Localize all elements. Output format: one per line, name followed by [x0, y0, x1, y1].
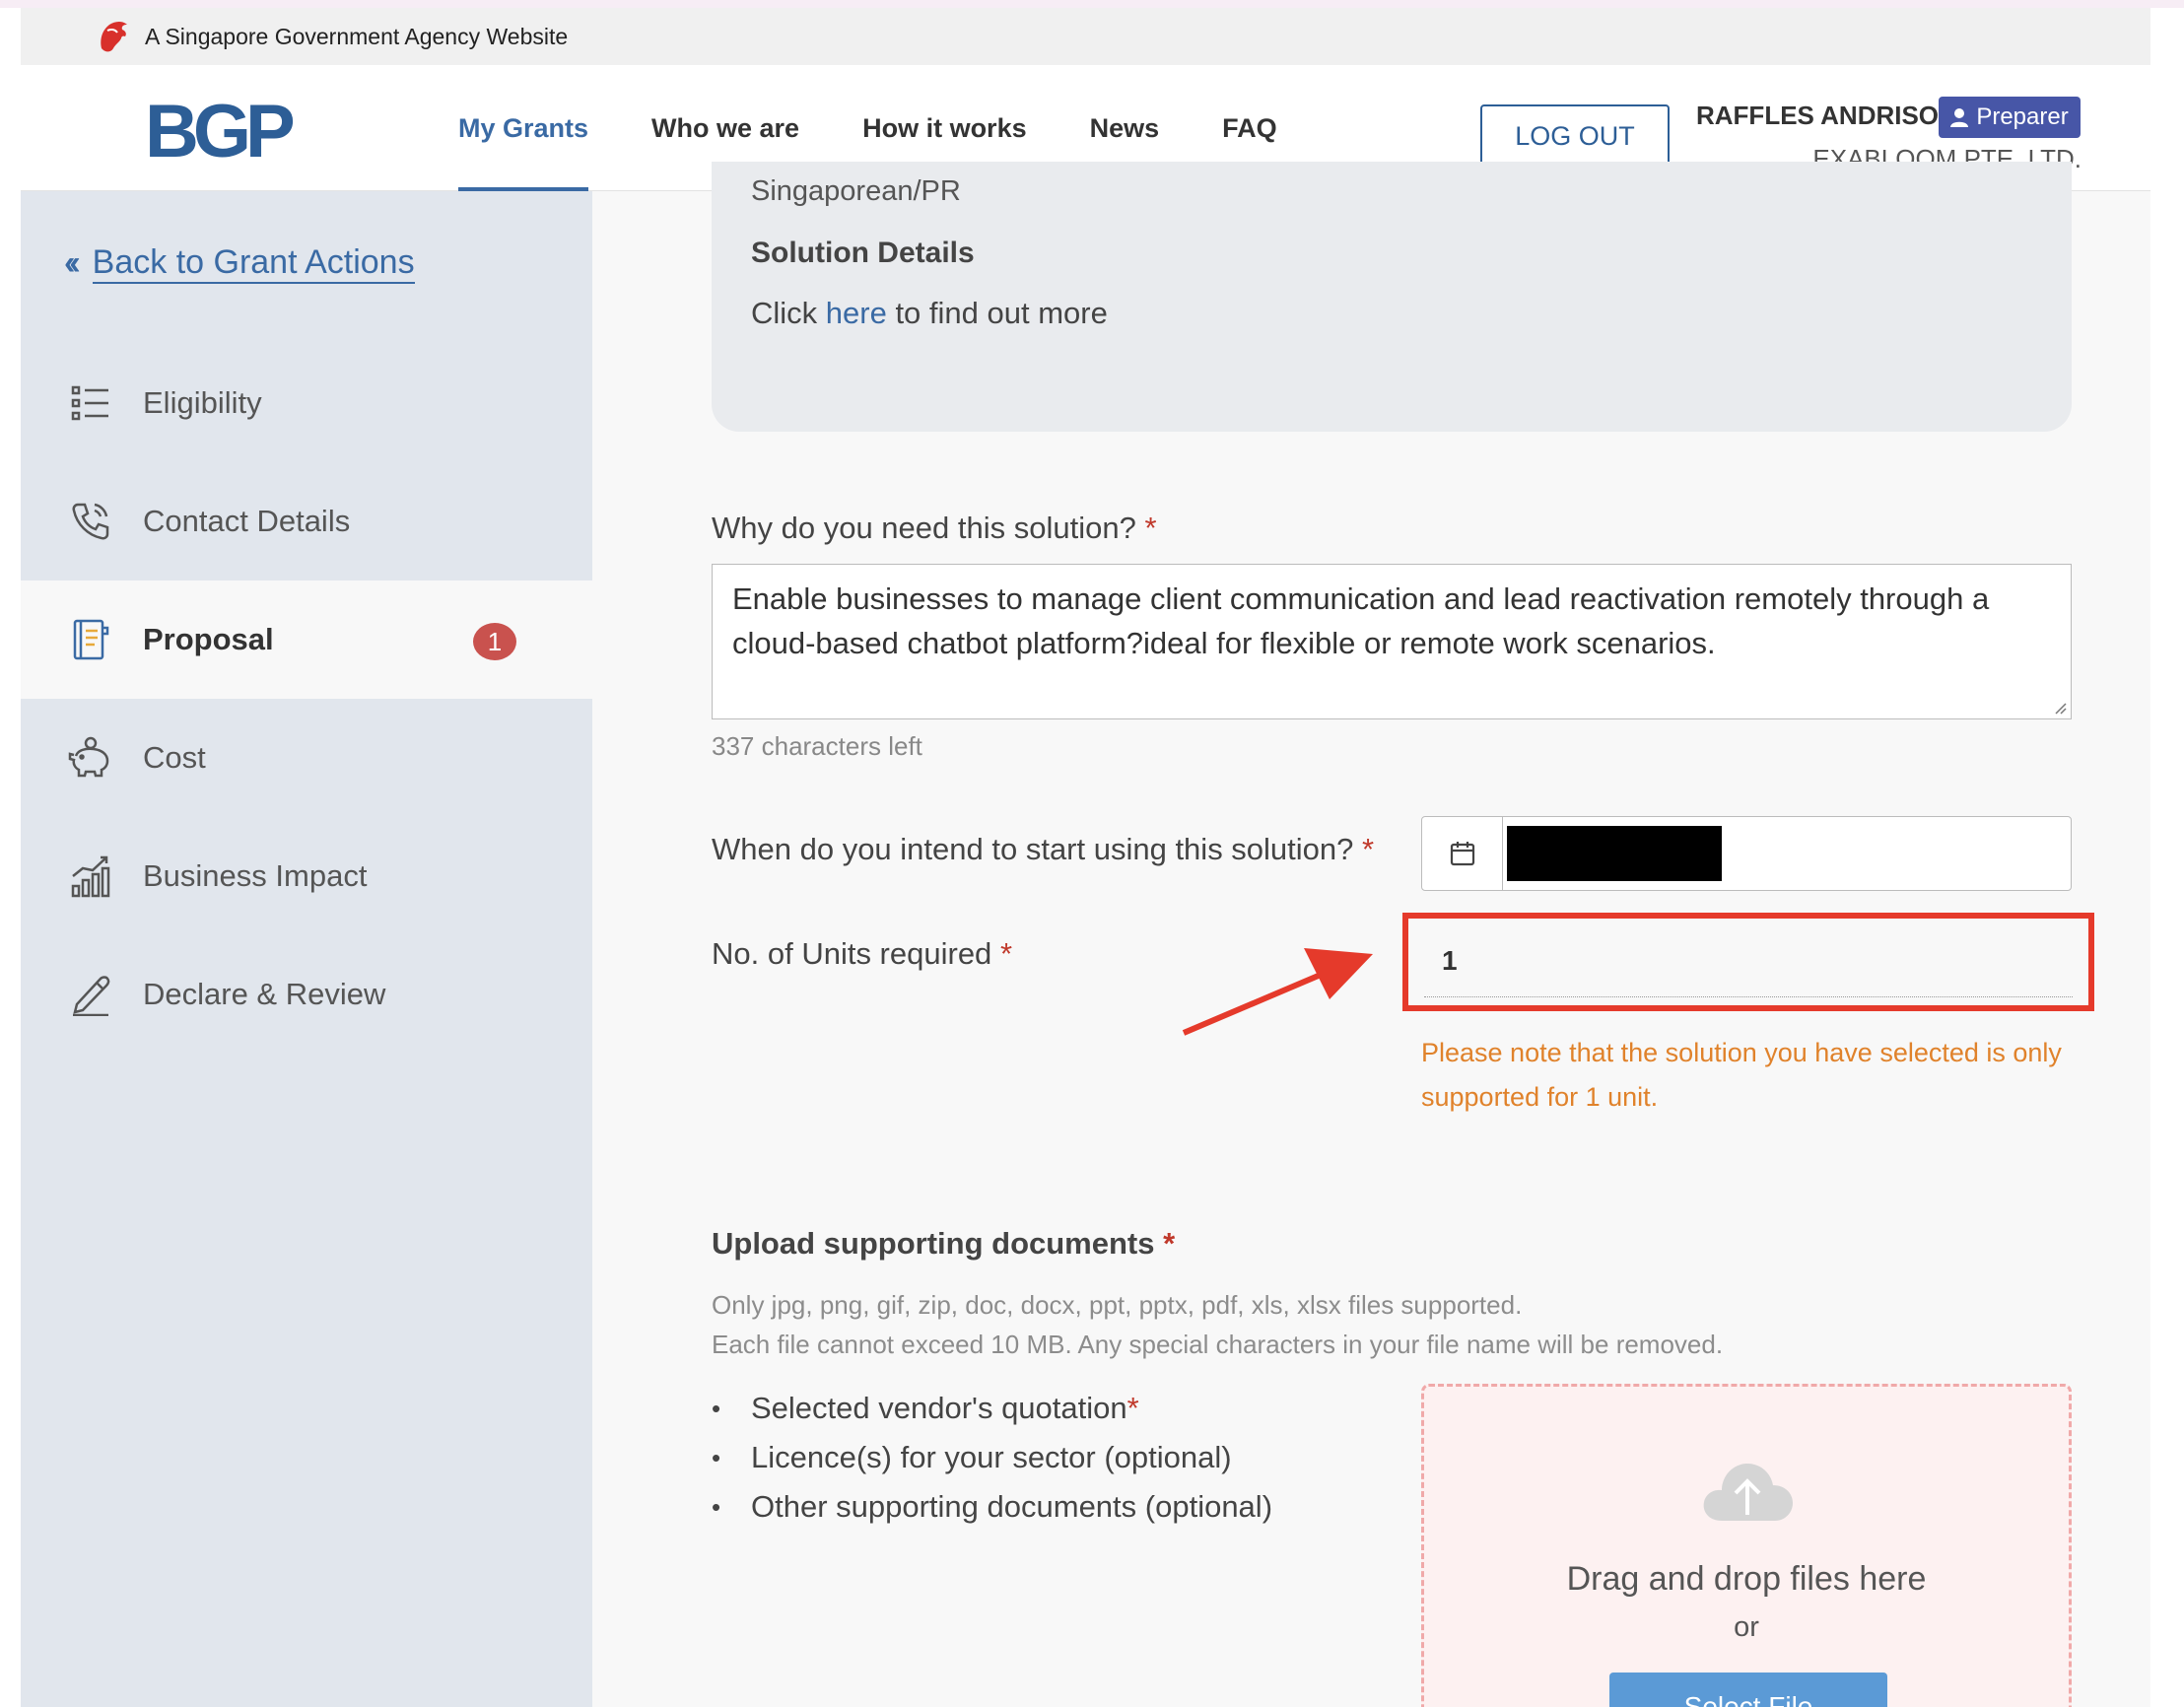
calendar-icon — [1450, 842, 1474, 866]
user-icon — [1950, 108, 1969, 127]
sidebar-item-label: Proposal — [143, 622, 274, 656]
notification-badge: 1 — [473, 623, 516, 660]
sidebar-item-eligibility[interactable]: Eligibility — [21, 344, 592, 462]
annotation-arrow-icon — [1182, 948, 1373, 1036]
solution-details-suffix: to find out more — [886, 296, 1108, 330]
pen-icon — [68, 972, 113, 1017]
units-warning-text: Please note that the solution you have s… — [1421, 1038, 2062, 1112]
piggy-bank-icon — [68, 735, 113, 781]
top-accent-line — [0, 0, 2184, 8]
role-badge: Preparer — [1939, 97, 2081, 138]
required-asterisk: * — [1163, 1226, 1176, 1261]
upload-documents-title: Upload supporting documents * — [712, 1226, 1175, 1262]
required-asterisk: * — [999, 936, 1013, 971]
required-asterisk: * — [1144, 511, 1157, 545]
upload-title-text: Upload supporting documents — [712, 1226, 1155, 1261]
units-label-text: No. of Units required — [712, 936, 992, 971]
doc-label: Other supporting documents (optional) — [751, 1489, 1273, 1524]
dropzone-text: Drag and drop files here — [1566, 1560, 1927, 1598]
required-documents-list: • Selected vendor's quotation * • Licence(s… — [712, 1384, 1272, 1532]
solution-details-link[interactable]: here — [826, 296, 887, 330]
sidebar-item-label: Business Impact — [143, 858, 368, 893]
back-link-label: Back to Grant Actions — [92, 242, 415, 284]
calendar-button[interactable] — [1422, 817, 1503, 890]
sidebar-item-business-impact[interactable]: Business Impact — [21, 817, 592, 935]
sidebar: ‹‹ Back to Grant Actions Eligibility Con… — [21, 191, 592, 1707]
start-date-field[interactable] — [1421, 816, 2072, 891]
bullet: • — [712, 1442, 721, 1472]
select-file-button[interactable]: Select File — [1609, 1673, 1887, 1707]
masthead-text: A Singapore Government Agency Website — [145, 23, 569, 49]
list-icon — [68, 380, 113, 426]
gov-masthead: A Singapore Government Agency Website — [21, 8, 2150, 65]
solution-details-title: Solution Details — [751, 237, 975, 269]
window-gutter — [2150, 8, 2184, 1707]
bgp-logo[interactable]: BGP — [145, 95, 296, 170]
required-asterisk: * — [1126, 1391, 1139, 1425]
solution-details-prefix: Click — [751, 296, 826, 330]
info-previous-value: Singaporean/PR — [751, 175, 961, 207]
double-chevron-left-icon: ‹‹ — [64, 243, 80, 282]
file-dropzone[interactable]: Drag and drop files here or Select File — [1421, 1384, 2072, 1707]
back-to-grant-actions-link[interactable]: ‹‹ Back to Grant Actions — [64, 242, 415, 284]
sidebar-item-proposal[interactable]: Proposal 1 — [21, 580, 592, 699]
role-label: Preparer — [1976, 103, 2069, 130]
sidebar-item-contact-details[interactable]: Contact Details — [21, 462, 592, 580]
list-item: • Other supporting documents (optional) — [712, 1482, 1272, 1532]
sidebar-item-declare-review[interactable]: Declare & Review — [21, 935, 592, 1054]
logout-button[interactable]: LOG OUT — [1480, 104, 1670, 168]
characters-left-counter: 337 characters left — [712, 731, 922, 761]
sidebar-item-label: Cost — [143, 740, 206, 775]
redacted-date-value — [1507, 826, 1722, 881]
solution-details-text: Click here to find out more — [751, 296, 1108, 331]
start-label-text: When do you intend to start using this s… — [712, 832, 1354, 866]
notebook-icon — [68, 617, 113, 662]
sidebar-item-label: Eligibility — [143, 385, 262, 420]
why-solution-label: Why do you need this solution? * — [712, 511, 1157, 546]
sidebar-item-label: Contact Details — [143, 504, 351, 538]
solution-info-card: Singaporean/PR Solution Details Click he… — [712, 162, 2072, 432]
bullet: • — [712, 1491, 721, 1522]
units-required-input[interactable]: 1 — [1424, 924, 2073, 997]
sidebar-item-cost[interactable]: Cost — [21, 699, 592, 817]
cloud-upload-icon — [1703, 1464, 1793, 1521]
phone-icon — [68, 499, 113, 544]
list-item: • Selected vendor's quotation * — [712, 1384, 1272, 1433]
user-name: RAFFLES ANDRISON — [1696, 101, 1957, 130]
why-solution-textarea[interactable]: Enable businesses to manage client commu… — [712, 564, 2072, 719]
upload-note-line-2: Each file cannot exceed 10 MB. Any speci… — [712, 1330, 1724, 1359]
chart-icon — [68, 854, 113, 899]
why-solution-value: Enable businesses to manage client commu… — [732, 581, 1990, 660]
list-item: • Licence(s) for your sector (optional) — [712, 1433, 1272, 1482]
bullet: • — [712, 1393, 721, 1423]
start-date-label: When do you intend to start using this s… — [712, 832, 1374, 867]
units-required-label: No. of Units required * — [712, 936, 1012, 972]
upload-note-line-1: Only jpg, png, gif, zip, doc, docx, ppt,… — [712, 1290, 1523, 1320]
lion-head-icon — [101, 22, 127, 52]
dropzone-or: or — [1734, 1611, 1759, 1643]
doc-label: Selected vendor's quotation — [751, 1391, 1127, 1425]
sidebar-item-label: Declare & Review — [143, 977, 386, 1011]
units-highlight-box: 1 — [1402, 913, 2094, 1011]
page-frame: A Singapore Government Agency Website BG… — [21, 8, 2150, 1707]
required-asterisk: * — [1362, 832, 1375, 866]
doc-label: Licence(s) for your sector (optional) — [751, 1440, 1232, 1474]
why-label-text: Why do you need this solution? — [712, 511, 1136, 545]
nav-my-grants[interactable]: My Grants — [458, 65, 589, 191]
resize-handle-icon[interactable] — [2053, 701, 2067, 715]
upload-note: Only jpg, png, gif, zip, doc, docx, ppt,… — [712, 1285, 1723, 1364]
